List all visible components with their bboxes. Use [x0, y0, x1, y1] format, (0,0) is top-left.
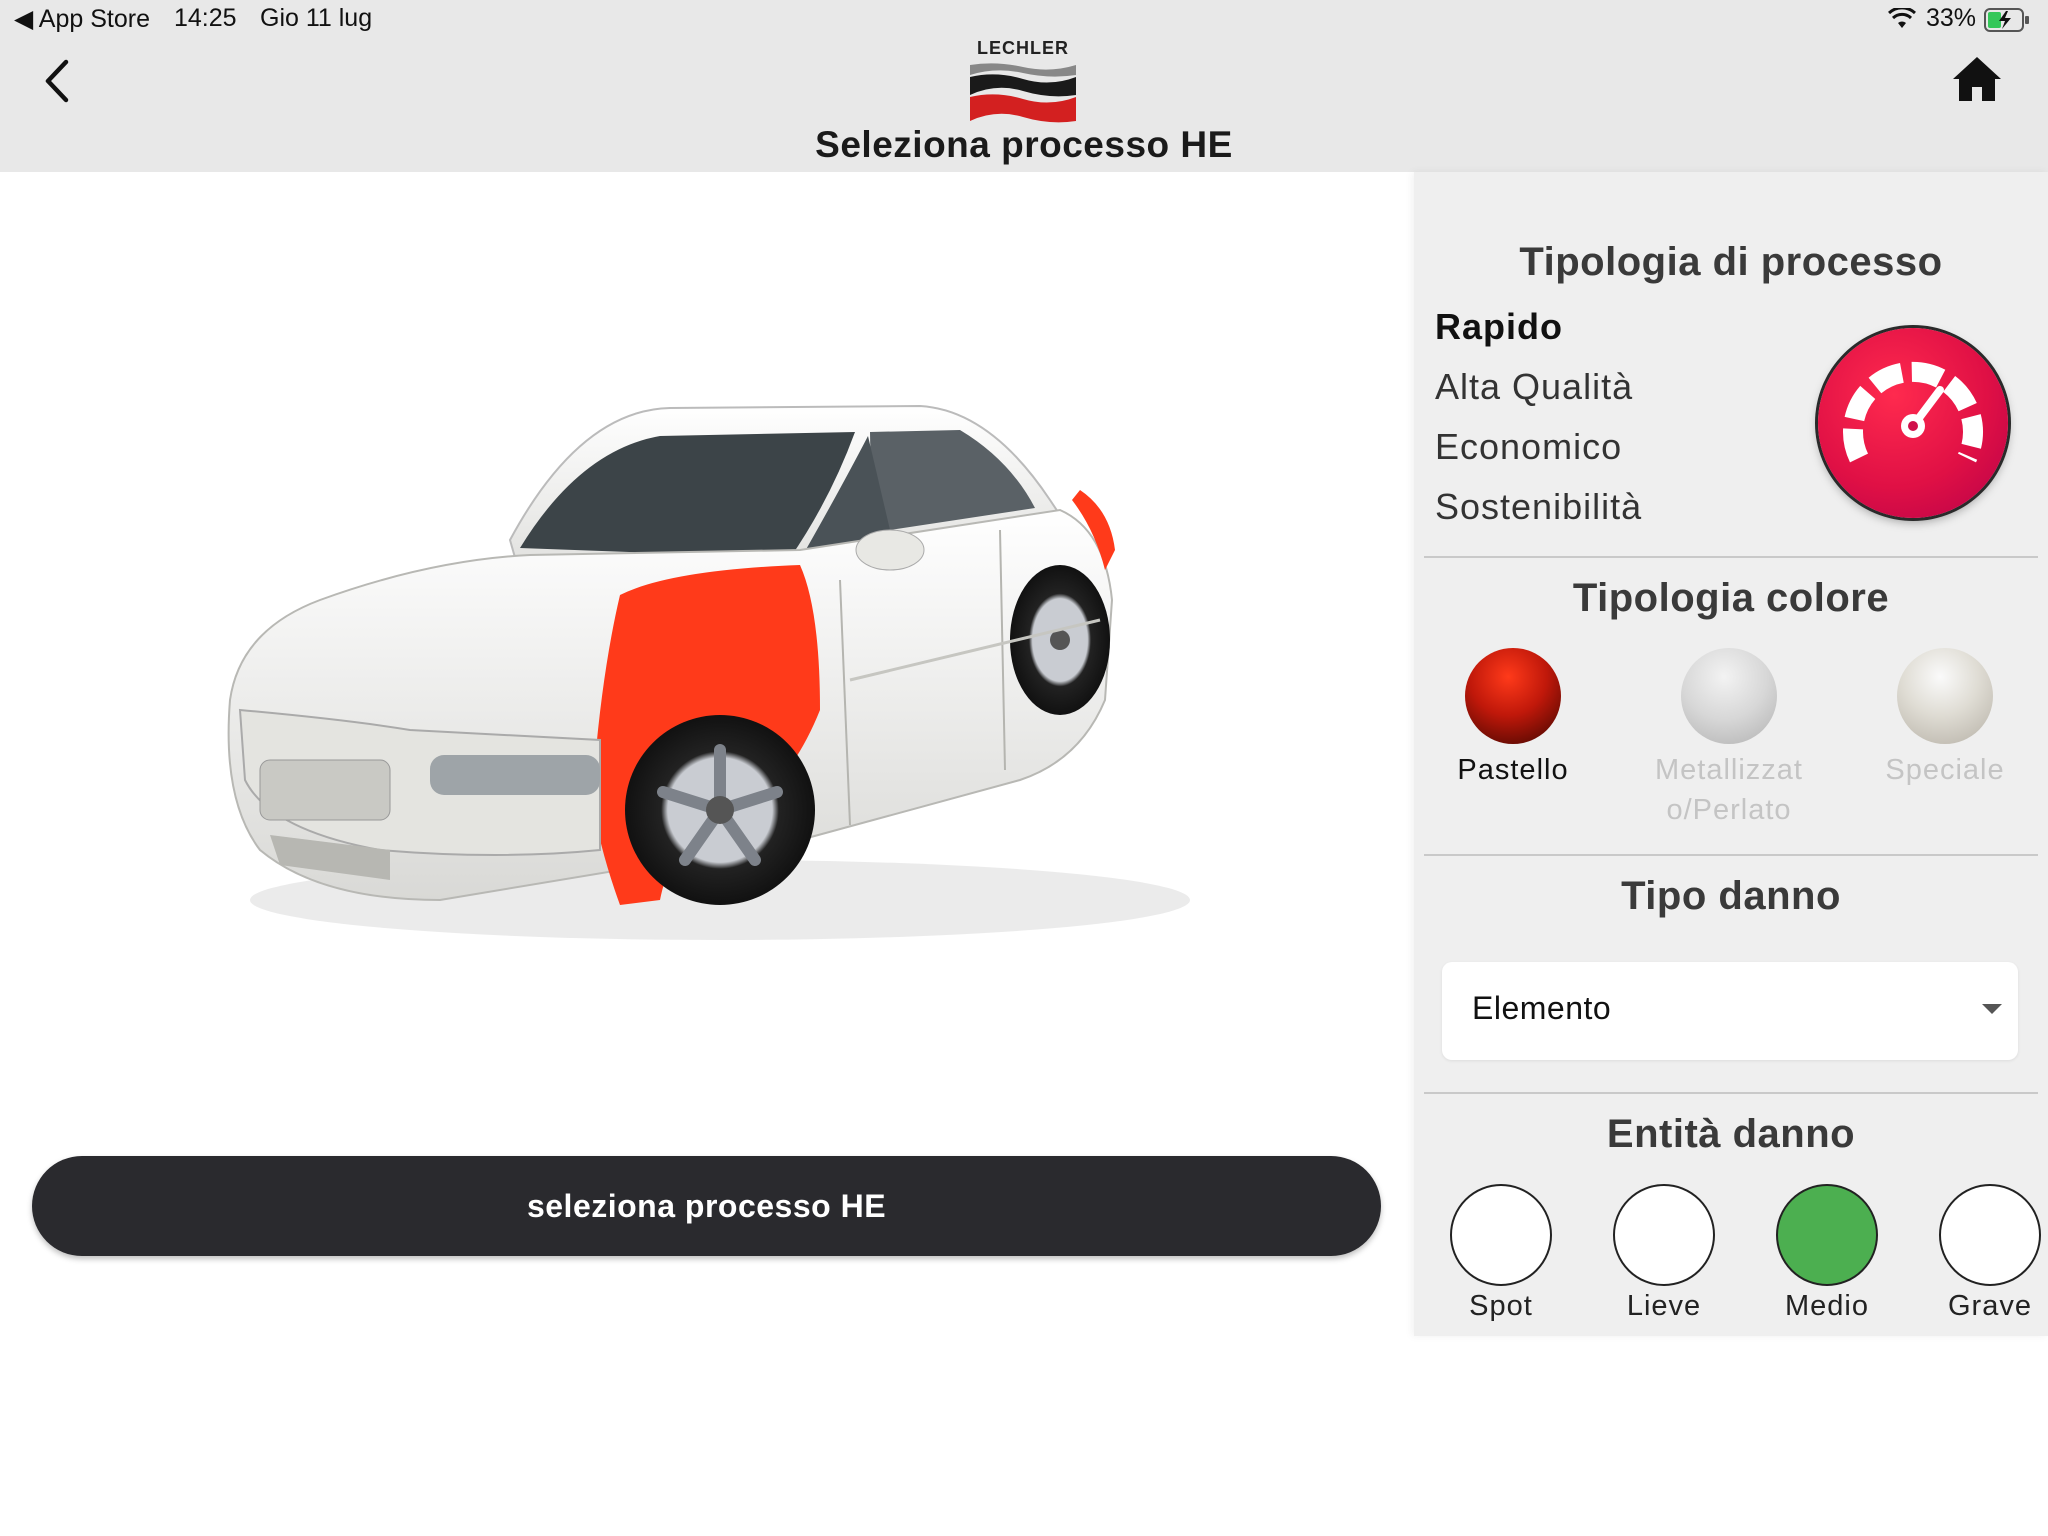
severity-label: Spot: [1469, 1290, 1533, 1322]
status-back-app[interactable]: ◀ App Store: [14, 4, 150, 34]
metallic-ball-icon: [1681, 648, 1777, 744]
severity-radio: [1613, 1184, 1715, 1286]
severity-radio: [1450, 1184, 1552, 1286]
damage-type-select[interactable]: Elemento: [1442, 962, 2018, 1060]
severity-option-medio[interactable]: Medio: [1757, 1184, 1897, 1323]
divider: [1424, 854, 2038, 856]
color-type-title: Tipologia colore: [1572, 576, 1890, 620]
process-type-title: Tipologia di processo: [1519, 240, 1943, 284]
page-title: Seleziona processo HE: [815, 124, 1233, 165]
back-icon[interactable]: [38, 58, 78, 104]
damage-type-value: Elemento: [1472, 990, 1612, 1026]
severity-radio: [1939, 1184, 2041, 1286]
wifi-icon: [1888, 8, 1916, 28]
damage-type-title: Tipo danno: [1621, 874, 1841, 918]
severity-option-spot[interactable]: Spot: [1431, 1184, 1571, 1323]
pastel-ball-icon: [1465, 648, 1561, 744]
car-illustration[interactable]: [200, 380, 1210, 960]
status-time: 14:25: [174, 4, 237, 32]
severity-label: Grave: [1948, 1290, 2032, 1322]
brand-logo-text: LECHLER: [977, 38, 1069, 58]
settings-panel: Tipologia di processo Rapido Alta Qualit…: [1414, 172, 2048, 1336]
severity-option-lieve[interactable]: Lieve: [1594, 1184, 1734, 1323]
color-label: Speciale: [1885, 754, 2005, 786]
divider: [1424, 556, 2038, 558]
battery-icon: [1984, 8, 2029, 32]
color-option-speciale[interactable]: Speciale: [1870, 648, 2020, 790]
top-bar: ◀ App Store 14:25 Gio 11 lug 33% LECHLER…: [0, 0, 2048, 172]
speedometer-icon[interactable]: [1818, 328, 2008, 518]
severity-radio-selected: [1776, 1184, 1878, 1286]
severity-label: Medio: [1785, 1290, 1869, 1322]
color-label: Pastello: [1457, 754, 1569, 786]
divider: [1424, 1092, 2038, 1094]
color-option-pastello[interactable]: Pastello: [1438, 648, 1588, 790]
color-option-metallizzato[interactable]: Metallizzat o/Perlato: [1654, 648, 1804, 830]
severity-option-grave[interactable]: Grave: [1920, 1184, 2048, 1323]
brand-flag-icon: [970, 63, 1076, 123]
process-option-sostenibilita[interactable]: Sostenibilità: [1435, 486, 1642, 528]
status-date: Gio 11 lug: [260, 4, 373, 32]
damage-severity-title: Entità danno: [1606, 1112, 1856, 1156]
process-option-alta-qualita[interactable]: Alta Qualità: [1435, 366, 1633, 408]
color-label-line2: o/Perlato: [1666, 794, 1792, 826]
brand-logo: LECHLER: [968, 38, 1078, 124]
process-option-economico[interactable]: Economico: [1435, 426, 1622, 468]
dropdown-caret-icon: [1982, 1004, 2002, 1014]
battery-percent: 33%: [1926, 4, 1977, 32]
special-ball-icon: [1897, 648, 1993, 744]
select-process-button[interactable]: seleziona processo HE: [32, 1156, 1381, 1256]
process-option-rapido[interactable]: Rapido: [1435, 306, 1563, 348]
home-icon[interactable]: [1950, 54, 2004, 104]
severity-label: Lieve: [1626, 1290, 1702, 1322]
color-label: Metallizzat: [1655, 754, 1803, 786]
